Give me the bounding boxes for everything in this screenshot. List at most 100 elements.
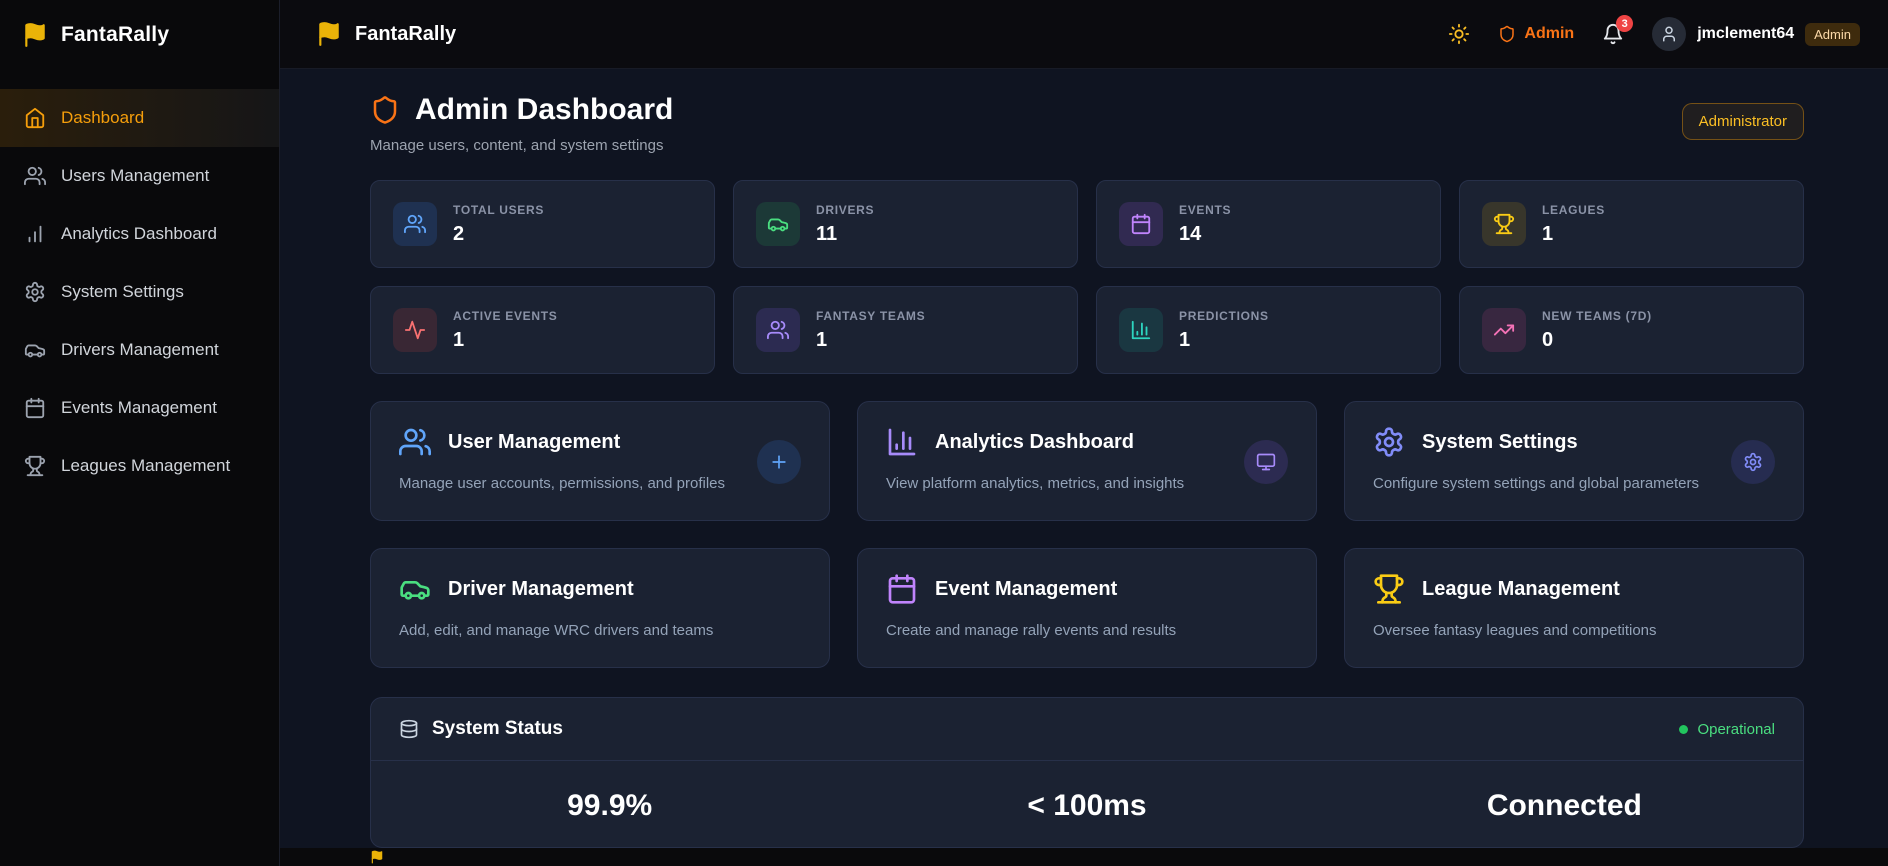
sidebar-item-events-management[interactable]: Events Management xyxy=(0,379,279,437)
user-menu[interactable]: jmclement64 Admin xyxy=(1652,17,1860,51)
status-badge: Operational xyxy=(1679,721,1775,738)
stats-grid: TOTAL USERS 2 DRIVERS 11 EVENTS 14 LEAGU… xyxy=(370,180,1804,374)
shield-icon xyxy=(1498,25,1516,43)
sidebar-item-label: Drivers Management xyxy=(61,340,219,359)
topbar: FantaRally Admin 3 jmclement64 Admin xyxy=(280,0,1888,69)
main-area: FantaRally Admin 3 jmclement64 Admin Adm… xyxy=(280,0,1888,866)
sidebar-item-analytics-dashboard[interactable]: Analytics Dashboard xyxy=(0,205,279,263)
sidebar-item-users-management[interactable]: Users Management xyxy=(0,147,279,205)
stat-label: ACTIVE EVENTS xyxy=(453,308,558,323)
stat-label: NEW TEAMS (7D) xyxy=(1542,308,1652,323)
sidebar-nav: Dashboard Users Management Analytics Das… xyxy=(0,69,279,495)
card-event-management[interactable]: Event Management Create and manage rally… xyxy=(857,548,1317,668)
metric-database-status: Connected xyxy=(1486,789,1642,822)
calendar-icon xyxy=(24,397,46,419)
bar-chart-icon xyxy=(24,223,46,245)
stat-value: 1 xyxy=(453,328,465,351)
card-title: Analytics Dashboard xyxy=(935,430,1134,453)
card-description: Configure system settings and global par… xyxy=(1373,475,1700,492)
stat-card-drivers: DRIVERS 11 xyxy=(733,180,1078,268)
brand-name: FantaRally xyxy=(61,22,170,46)
theme-toggle-button[interactable] xyxy=(1448,23,1470,45)
gear-icon xyxy=(1373,426,1405,458)
gear-icon xyxy=(24,281,46,303)
metric-uptime: 99.9% xyxy=(567,789,653,822)
card-description: Oversee fantasy leagues and competitions xyxy=(1373,622,1657,639)
trophy-icon xyxy=(1482,202,1526,246)
monitor-icon xyxy=(1256,452,1276,472)
sidebar-item-label: Dashboard xyxy=(61,108,145,127)
card-title: Event Management xyxy=(935,577,1118,600)
sidebar-item-system-settings[interactable]: System Settings xyxy=(0,263,279,321)
home-icon xyxy=(24,107,46,129)
trending-up-icon xyxy=(1482,308,1526,352)
notification-badge: 3 xyxy=(1616,15,1634,32)
sidebar-item-label: System Settings xyxy=(61,282,184,301)
app-root: FantaRally Dashboard Users Management An… xyxy=(0,0,1888,866)
topbar-brand: FantaRally xyxy=(316,21,456,47)
stat-value: 1 xyxy=(1542,222,1554,245)
stat-card-total-users: TOTAL USERS 2 xyxy=(370,180,715,268)
card-analytics-dashboard[interactable]: Analytics Dashboard View platform analyt… xyxy=(857,401,1317,521)
page-title: Admin Dashboard xyxy=(415,93,674,126)
system-status-card: System Status Operational 99.9% < 100ms … xyxy=(370,697,1804,848)
open-analytics-button[interactable] xyxy=(1244,440,1288,484)
open-settings-button[interactable] xyxy=(1731,440,1775,484)
activity-icon xyxy=(393,308,437,352)
card-league-management[interactable]: League Management Oversee fantasy league… xyxy=(1344,548,1804,668)
trophy-icon xyxy=(24,455,46,477)
management-grid: User Management Manage user accounts, pe… xyxy=(370,401,1804,668)
administrator-badge: Administrator xyxy=(1681,103,1804,140)
card-title: Driver Management xyxy=(448,577,634,600)
stat-value: 1 xyxy=(816,328,828,351)
sidebar-item-drivers-management[interactable]: Drivers Management xyxy=(0,321,279,379)
card-title: League Management xyxy=(1422,577,1620,600)
sidebar-item-label: Leagues Management xyxy=(61,456,231,475)
stat-label: FANTASY TEAMS xyxy=(816,308,926,323)
users-icon xyxy=(399,426,431,458)
sidebar-item-label: Users Management xyxy=(61,166,210,185)
metric-response-time: < 100ms xyxy=(1027,789,1147,822)
stat-card-leagues: LEAGUES 1 xyxy=(1459,180,1804,268)
add-user-button[interactable] xyxy=(757,440,801,484)
stat-value: 14 xyxy=(1179,222,1202,245)
notifications-button[interactable]: 3 xyxy=(1602,15,1634,45)
avatar xyxy=(1652,17,1687,51)
system-status-header: System Status Operational xyxy=(371,698,1803,761)
footer xyxy=(280,848,1888,866)
stat-value: 2 xyxy=(453,222,465,245)
calendar-icon xyxy=(1119,202,1163,246)
system-status-title: System Status xyxy=(432,718,563,739)
plus-icon xyxy=(769,452,789,472)
topbar-actions: Admin 3 jmclement64 Admin xyxy=(1448,15,1860,51)
car-icon xyxy=(24,339,46,361)
sidebar-logo: FantaRally xyxy=(0,0,279,69)
sidebar-item-dashboard[interactable]: Dashboard xyxy=(0,89,279,147)
bar-chart-icon xyxy=(886,426,918,458)
stat-card-events: EVENTS 14 xyxy=(1096,180,1441,268)
sidebar-item-leagues-management[interactable]: Leagues Management xyxy=(0,437,279,495)
page-subtitle: Manage users, content, and system settin… xyxy=(370,137,664,154)
status-metrics: 99.9% < 100ms Connected xyxy=(371,761,1803,847)
stat-label: EVENTS xyxy=(1179,202,1232,217)
card-user-management[interactable]: User Management Manage user accounts, pe… xyxy=(370,401,830,521)
topbar-title: FantaRally xyxy=(355,22,457,45)
flag-icon xyxy=(316,21,342,47)
sidebar-item-label: Events Management xyxy=(61,398,217,417)
admin-link-label: Admin xyxy=(1524,25,1575,42)
flag-icon xyxy=(370,850,384,864)
card-driver-management[interactable]: Driver Management Add, edit, and manage … xyxy=(370,548,830,668)
card-title: System Settings xyxy=(1422,430,1578,453)
database-icon xyxy=(399,719,419,739)
stat-value: 1 xyxy=(1179,328,1191,351)
sidebar: FantaRally Dashboard Users Management An… xyxy=(0,0,280,866)
gear-icon xyxy=(1743,452,1763,472)
stat-card-new-teams: NEW TEAMS (7D) 0 xyxy=(1459,286,1804,374)
stat-card-predictions: PREDICTIONS 1 xyxy=(1096,286,1441,374)
users-icon xyxy=(393,202,437,246)
stat-card-fantasy-teams: FANTASY TEAMS 1 xyxy=(733,286,1078,374)
shield-icon xyxy=(370,95,400,125)
card-system-settings[interactable]: System Settings Configure system setting… xyxy=(1344,401,1804,521)
admin-link[interactable]: Admin xyxy=(1498,25,1574,43)
page-header: Admin Dashboard Manage users, content, a… xyxy=(370,93,1804,154)
